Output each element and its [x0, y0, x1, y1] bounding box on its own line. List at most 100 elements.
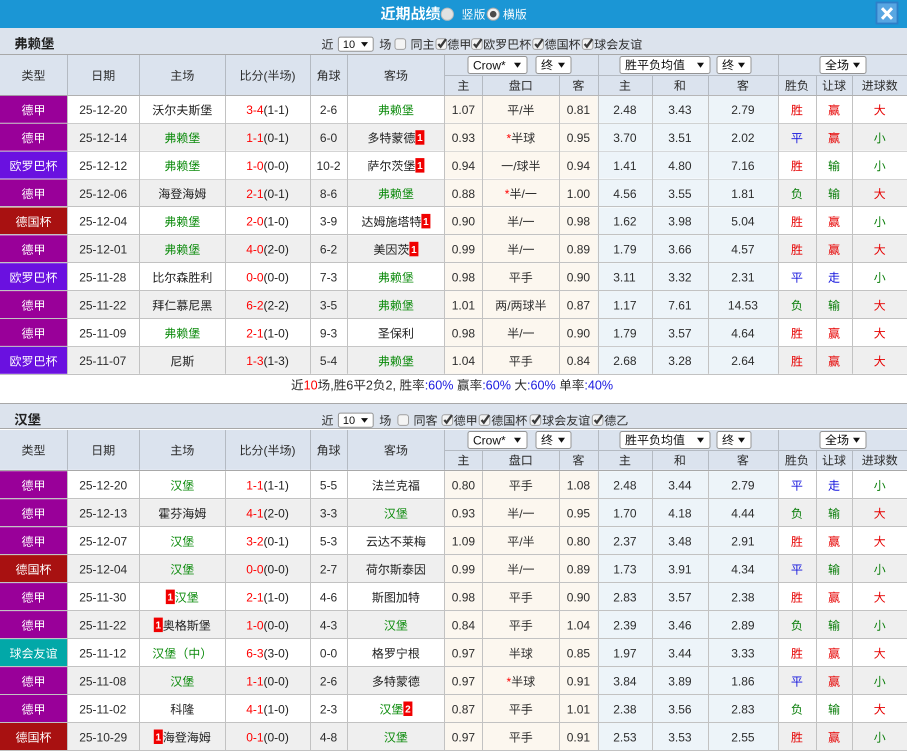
svg-text::60%: :60% — [482, 379, 511, 393]
svg-text:0-0: 0-0 — [320, 646, 338, 660]
svg-text:10: 10 — [343, 415, 355, 427]
svg-text:2-6: 2-6 — [320, 103, 338, 117]
svg-text:3-3: 3-3 — [320, 507, 338, 521]
svg-text:3.44: 3.44 — [668, 646, 692, 660]
svg-text:1.04: 1.04 — [567, 618, 591, 632]
svg-text:0.93: 0.93 — [452, 507, 476, 521]
svg-text:*: * — [507, 131, 512, 145]
svg-text:0.99: 0.99 — [452, 562, 476, 576]
svg-text:4-1: 4-1 — [246, 507, 264, 521]
svg-text:4.64: 4.64 — [731, 326, 755, 340]
svg-text:6-0: 6-0 — [320, 131, 338, 145]
svg-text:(: ( — [264, 69, 268, 83]
svg-text:25-12-01: 25-12-01 — [79, 243, 127, 257]
svg-text:7.61: 7.61 — [668, 298, 692, 312]
svg-text:2: 2 — [366, 379, 373, 393]
svg-text:1: 1 — [156, 733, 162, 744]
svg-text:3.53: 3.53 — [668, 730, 692, 744]
svg-text:3.43: 3.43 — [668, 103, 692, 117]
svg-text:3-9: 3-9 — [320, 215, 338, 229]
svg-text::40%: :40% — [584, 379, 613, 393]
svg-text:1: 1 — [168, 593, 174, 604]
svg-text:(0-0): (0-0) — [264, 159, 289, 173]
svg-text:1-1: 1-1 — [246, 674, 264, 688]
svg-text:10: 10 — [343, 39, 355, 51]
svg-text:5.04: 5.04 — [731, 215, 755, 229]
svg-text:0.85: 0.85 — [567, 646, 591, 660]
svg-text:1.07: 1.07 — [452, 103, 476, 117]
svg-text:2.48: 2.48 — [613, 103, 637, 117]
svg-text:2: 2 — [386, 379, 393, 393]
svg-text:(2-0): (2-0) — [264, 243, 289, 257]
svg-text:25-12-07: 25-12-07 — [79, 534, 127, 548]
svg-text:4.57: 4.57 — [731, 243, 755, 257]
svg-text:25-12-20: 25-12-20 — [79, 479, 127, 493]
svg-text:(1-1): (1-1) — [264, 479, 289, 493]
svg-text:0.97: 0.97 — [452, 646, 476, 660]
svg-text:0.84: 0.84 — [452, 618, 476, 632]
svg-text:3.44: 3.44 — [668, 479, 692, 493]
svg-text::60%: :60% — [527, 379, 556, 393]
svg-text:(2-0): (2-0) — [264, 507, 289, 521]
svg-text:14.53: 14.53 — [728, 298, 758, 312]
svg-text:(0-1): (0-1) — [264, 131, 289, 145]
svg-text:25-11-08: 25-11-08 — [79, 674, 126, 688]
svg-text:25-12-06: 25-12-06 — [79, 187, 127, 201]
svg-text:0.90: 0.90 — [452, 215, 476, 229]
svg-text:,: , — [330, 379, 334, 393]
svg-text:0.98: 0.98 — [567, 215, 591, 229]
svg-text:3-4: 3-4 — [246, 103, 264, 117]
svg-text:25-11-07: 25-11-07 — [79, 354, 126, 368]
svg-text:1.79: 1.79 — [613, 243, 637, 257]
svg-text:0.91: 0.91 — [567, 674, 591, 688]
svg-text:2-1: 2-1 — [246, 590, 264, 604]
svg-text:0.97: 0.97 — [452, 674, 476, 688]
svg-text:25-11-22: 25-11-22 — [79, 618, 126, 632]
svg-text:Crow*: Crow* — [473, 58, 506, 72]
svg-text:(1-3): (1-3) — [264, 354, 289, 368]
svg-text:2.31: 2.31 — [731, 271, 755, 285]
svg-text:1-1: 1-1 — [246, 479, 264, 493]
svg-text:(1-0): (1-0) — [264, 326, 289, 340]
svg-text:6-2: 6-2 — [320, 243, 338, 257]
svg-text:3.98: 3.98 — [668, 215, 692, 229]
svg-text:1: 1 — [411, 245, 417, 256]
svg-text:25-11-02: 25-11-02 — [79, 702, 126, 716]
svg-text:6-3: 6-3 — [246, 646, 264, 660]
svg-text:0.95: 0.95 — [567, 507, 591, 521]
svg-text:2-3: 2-3 — [320, 702, 338, 716]
svg-text:25-12-12: 25-12-12 — [79, 159, 127, 173]
svg-text:1.01: 1.01 — [567, 702, 591, 716]
svg-text:10: 10 — [304, 379, 318, 393]
svg-text:0.80: 0.80 — [567, 534, 591, 548]
svg-text:1.62: 1.62 — [613, 215, 637, 229]
svg-text:6-2: 6-2 — [246, 298, 264, 312]
svg-text:4.34: 4.34 — [731, 562, 755, 576]
svg-text:0.94: 0.94 — [567, 159, 591, 173]
svg-text:2.83: 2.83 — [731, 702, 755, 716]
svg-text:0.98: 0.98 — [452, 326, 476, 340]
svg-text:25-11-28: 25-11-28 — [79, 271, 126, 285]
svg-text:5-4: 5-4 — [320, 354, 338, 368]
svg-text:4.18: 4.18 — [668, 507, 692, 521]
svg-text:1.08: 1.08 — [567, 479, 591, 493]
svg-text:4.80: 4.80 — [668, 159, 692, 173]
svg-text:3.46: 3.46 — [668, 618, 692, 632]
svg-text:1: 1 — [417, 161, 423, 172]
svg-text:2-0: 2-0 — [246, 215, 264, 229]
svg-text:0-0: 0-0 — [246, 271, 264, 285]
svg-text:3.57: 3.57 — [668, 326, 692, 340]
svg-text:(1-0): (1-0) — [264, 702, 289, 716]
svg-text:6: 6 — [346, 379, 353, 393]
svg-text:1-0: 1-0 — [246, 159, 264, 173]
svg-text:3.91: 3.91 — [668, 562, 692, 576]
svg-text:(1-0): (1-0) — [264, 215, 289, 229]
svg-text:3.28: 3.28 — [668, 354, 692, 368]
svg-text:3-5: 3-5 — [320, 298, 338, 312]
svg-text:25-12-04: 25-12-04 — [79, 562, 127, 576]
svg-text:2.64: 2.64 — [731, 354, 755, 368]
svg-text:0.90: 0.90 — [567, 326, 591, 340]
svg-text:4-1: 4-1 — [246, 702, 264, 716]
svg-text:25-11-12: 25-11-12 — [79, 646, 126, 660]
svg-text:7.16: 7.16 — [731, 159, 755, 173]
